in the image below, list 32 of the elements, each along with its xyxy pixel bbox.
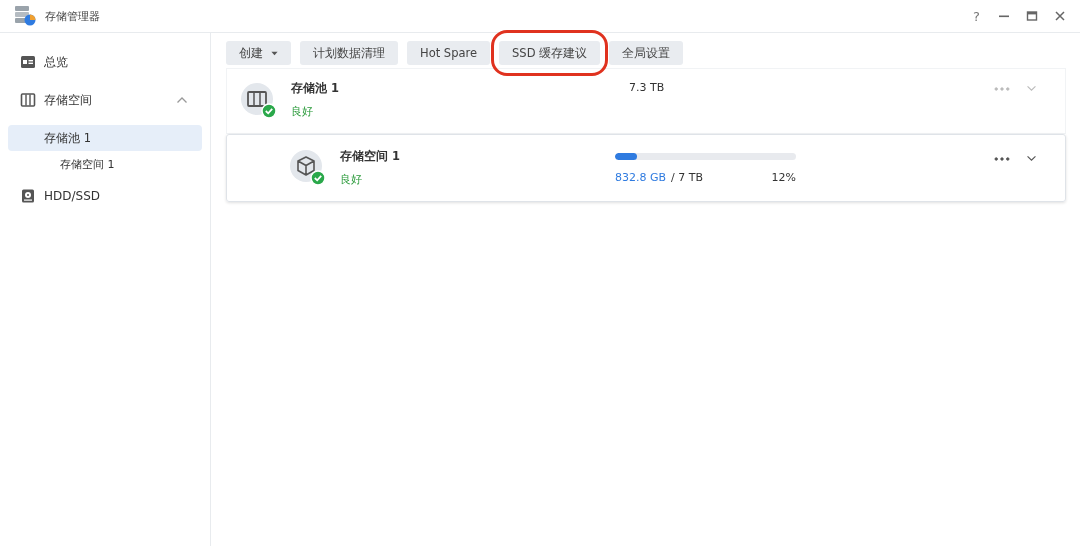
toolbar-button[interactable]: SSD 缓存建议 [499, 41, 601, 65]
maximize-icon[interactable] [1026, 10, 1038, 22]
total-text: / 7 TB [671, 170, 704, 184]
storage-icon [20, 92, 36, 108]
sidebar-item[interactable]: 存储空间 [8, 87, 202, 113]
toolbar-button[interactable]: 创建 [226, 41, 291, 65]
toolbar-button[interactable]: 计划数据清理 [300, 41, 398, 65]
help-button[interactable]: ? [971, 8, 982, 24]
row-name: 存储池 1 [291, 81, 340, 96]
toolbar-button[interactable]: 全局设置 [609, 41, 684, 65]
window-title: 存储管理器 [45, 8, 100, 24]
sidebar-item[interactable]: 存储池 1 [8, 125, 202, 151]
row-name: 存储空间 1 [340, 149, 401, 164]
app-logo-icon [14, 5, 36, 27]
storage-row[interactable]: 存储空间 1 良好 832.8 GB / 7 TB 12% [226, 134, 1066, 202]
close-icon[interactable] [1054, 10, 1066, 22]
status-text: 良好 [291, 104, 314, 119]
sidebar-item[interactable]: HDD/SSD [8, 183, 202, 209]
used-text: 832.8 GB [615, 170, 667, 184]
status-text: 良好 [340, 172, 363, 187]
chevron-icon[interactable] [1026, 155, 1037, 162]
volume-status-icon [290, 150, 326, 186]
capacity-text: 7.3 TB [629, 81, 666, 94]
chevron-icon[interactable] [176, 96, 188, 104]
more-icon[interactable] [994, 156, 1010, 161]
dashboard-icon [20, 54, 36, 70]
caret-icon [271, 50, 278, 56]
sidebar-item[interactable]: 总览 [8, 49, 202, 75]
toolbar-button[interactable]: Hot Spare [407, 41, 491, 65]
percent-text: 12% [771, 170, 796, 184]
sidebar-item[interactable]: 存储空间 1 [8, 151, 202, 177]
pool-status-icon [241, 83, 277, 119]
